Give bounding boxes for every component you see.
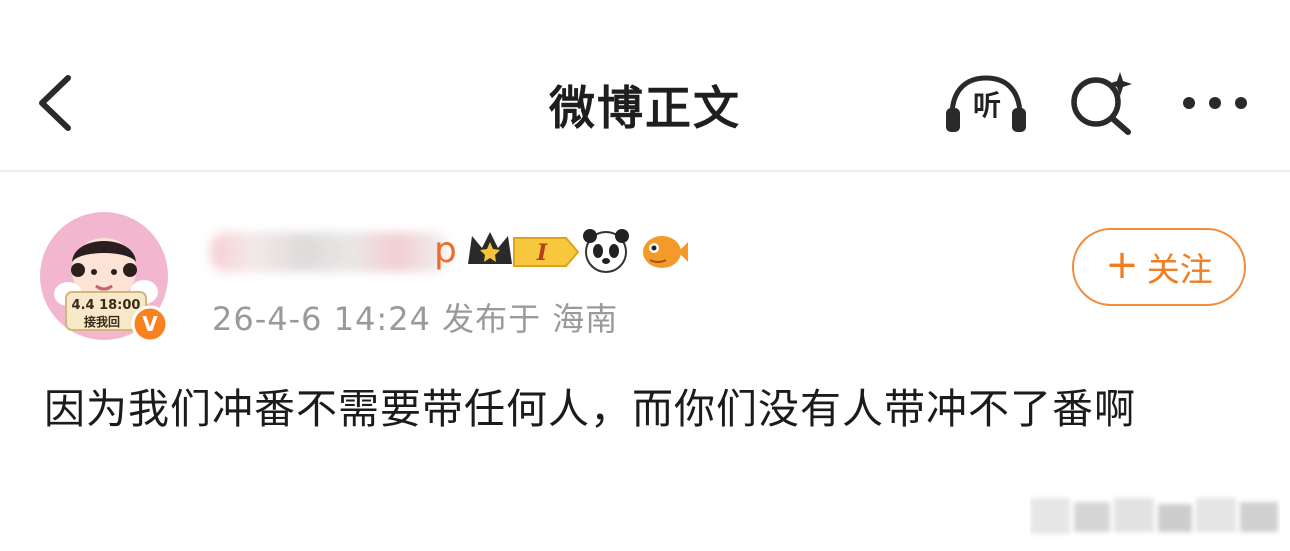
post-text: 因为我们冲番不需要带任何人，而你们没有人带冲不了番啊 [44, 385, 1136, 433]
more-icon[interactable] [1180, 90, 1250, 116]
crown-badge-icon [468, 232, 512, 264]
user-badges: I [468, 229, 688, 273]
avatar[interactable]: 4.4 18:00 接我回 V [40, 212, 172, 344]
author-name-blurred[interactable] [210, 232, 448, 272]
post-meta: 26-4-6 14:24 发布于 海南 [212, 300, 619, 338]
follow-label: 关注 [1146, 250, 1213, 289]
plus-icon: + [1105, 242, 1139, 288]
top-nav-bar: 微博正文 听 [0, 0, 1290, 172]
verified-badge-label: V [142, 312, 158, 336]
listen-label[interactable]: 听 [964, 84, 1010, 124]
verified-badge: V [131, 305, 169, 343]
author-name-suffix[interactable]: p [434, 230, 457, 271]
fish-icon [643, 236, 688, 268]
search-sparkle-icon[interactable] [1068, 70, 1134, 136]
level-badge-label: I [536, 240, 548, 266]
follow-button[interactable]: + 关注 [1072, 228, 1246, 306]
watermark-blurred [1030, 498, 1278, 534]
avatar-overlay-text: 4.4 18:00 [72, 298, 141, 313]
level-badge-icon: I [513, 237, 580, 267]
avatar-overlay-text-2: 接我回 [84, 314, 120, 329]
panda-icon [583, 229, 629, 273]
